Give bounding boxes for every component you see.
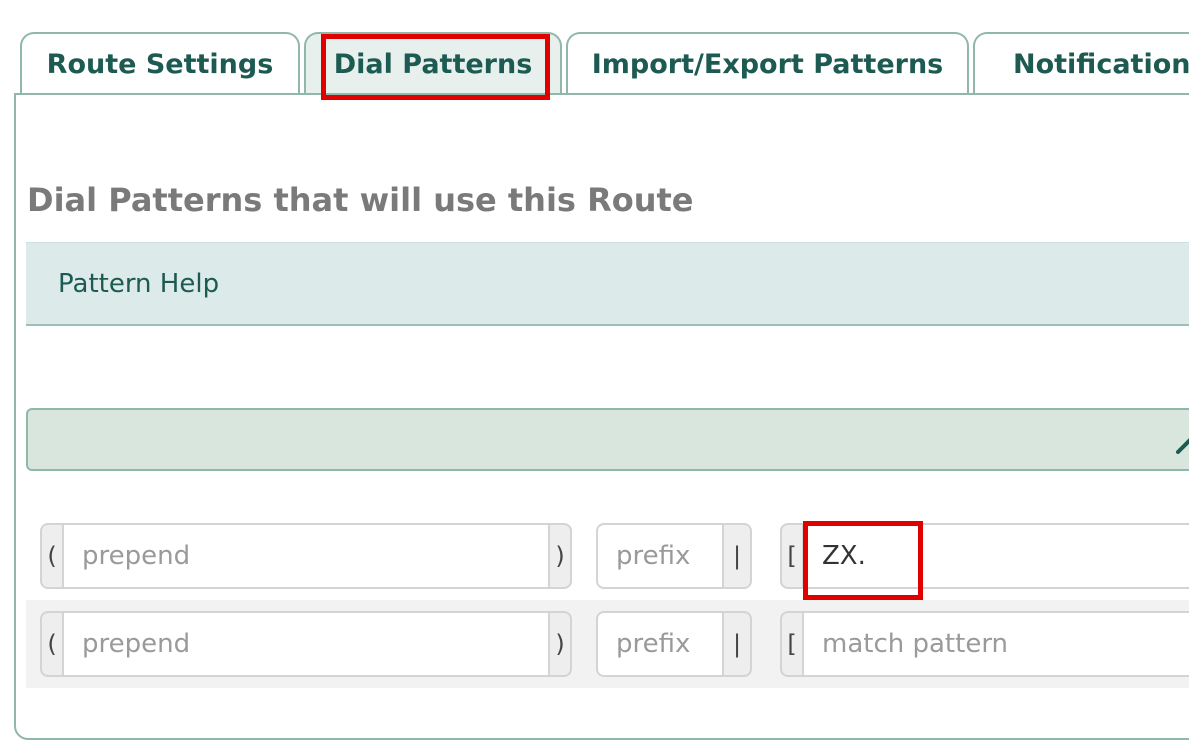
magic-wand-icon[interactable] <box>1174 424 1189 454</box>
tab-label: Import/Export Patterns <box>591 48 944 80</box>
prepend-open-paren: ( <box>40 611 64 677</box>
match-pattern-input[interactable] <box>802 611 1189 677</box>
prefix-input[interactable] <box>596 611 724 677</box>
pattern-wizard-bar[interactable] <box>26 408 1189 471</box>
tab-route-settings[interactable]: Route Settings <box>20 32 300 94</box>
tab-label: Route Settings <box>46 48 274 80</box>
tab-dial-patterns[interactable]: Dial Patterns <box>304 32 562 94</box>
tab-label: Dial Patterns <box>333 48 533 80</box>
prepend-open-paren: ( <box>40 523 64 589</box>
tab-notifications[interactable]: Notifications <box>973 32 1189 94</box>
prepend-input[interactable] <box>62 523 550 589</box>
pattern-help-label: Pattern Help <box>58 268 220 299</box>
prefix-pipe: | <box>722 611 752 677</box>
match-open-bracket: [ <box>780 611 804 677</box>
prepend-close-paren: ) <box>548 611 572 677</box>
section-title: Dial Patterns that will use this Route <box>27 181 694 219</box>
match-pattern-input[interactable] <box>802 523 1189 589</box>
tab-label: Notifications <box>1013 48 1189 80</box>
prepend-input[interactable] <box>62 611 550 677</box>
match-open-bracket: [ <box>780 523 804 589</box>
pattern-help-toggle[interactable]: Pattern Help <box>26 242 1189 326</box>
prepend-close-paren: ) <box>548 523 572 589</box>
route-editor-page: Route Settings Dial Patterns Import/Expo… <box>0 0 1189 754</box>
prefix-pipe: | <box>722 523 752 589</box>
tab-import-export-patterns[interactable]: Import/Export Patterns <box>566 32 969 94</box>
prefix-input[interactable] <box>596 523 724 589</box>
